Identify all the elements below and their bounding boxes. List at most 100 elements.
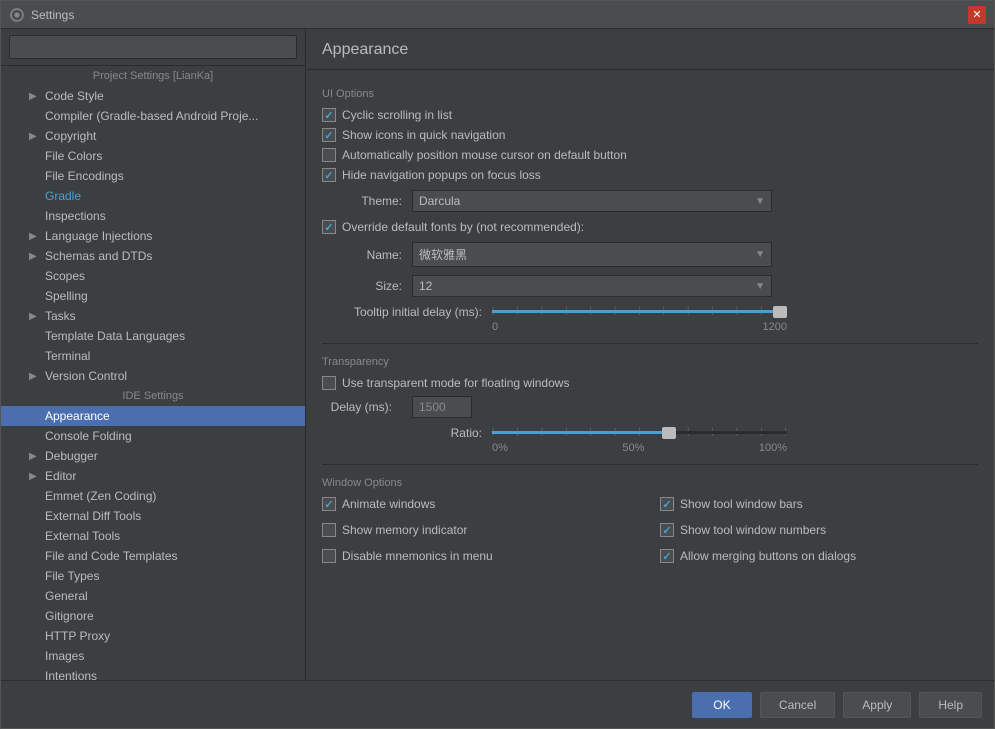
sidebar-item-label: Gradle — [45, 189, 81, 203]
sidebar-item-general[interactable]: General — [1, 586, 305, 606]
search-input[interactable] — [9, 35, 297, 59]
option-row-disable-mnemonics: Disable mnemonics in menu — [322, 549, 640, 563]
expand-arrow-placeholder — [29, 331, 43, 342]
hide-nav-checkbox[interactable] — [322, 168, 336, 182]
sidebar-item-file-types[interactable]: File Types — [1, 566, 305, 586]
divider-window-options — [322, 464, 978, 465]
override-fonts-label: Override default fonts by (not recommend… — [342, 220, 584, 234]
expand-arrow-placeholder — [29, 431, 43, 442]
sidebar-item-spelling[interactable]: Spelling — [1, 286, 305, 306]
sidebar-item-language-injections[interactable]: ▶ Language Injections — [1, 226, 305, 246]
sidebar-item-label: File Colors — [45, 149, 102, 163]
sidebar-item-gitignore[interactable]: Gitignore — [1, 606, 305, 626]
expand-arrow: ▶ — [29, 251, 43, 262]
sidebar-item-scopes[interactable]: Scopes — [1, 266, 305, 286]
sidebar-item-label: Gitignore — [45, 609, 94, 623]
expand-arrow-placeholder — [29, 671, 43, 681]
ratio-slider-track-wrap: | | | | | | | | | | — [492, 426, 787, 440]
sidebar-item-label: Language Injections — [45, 229, 152, 243]
sidebar-item-label: Terminal — [45, 349, 90, 363]
sidebar-item-code-style[interactable]: ▶ Code Style — [1, 86, 305, 106]
sidebar-item-label: Scopes — [45, 269, 85, 283]
sidebar-item-label: Editor — [45, 469, 76, 483]
ok-button[interactable]: OK — [692, 692, 752, 718]
allow-merging-buttons-checkbox[interactable] — [660, 549, 674, 563]
sidebar-item-external-tools[interactable]: External Tools — [1, 526, 305, 546]
show-tool-window-bars-checkbox[interactable] — [660, 497, 674, 511]
transparency-section: Transparency Use transparent mode for fl… — [322, 356, 978, 454]
sidebar-item-label: Images — [45, 649, 84, 663]
sidebar-item-gradle[interactable]: Gradle — [1, 186, 305, 206]
sidebar-item-emmet[interactable]: Emmet (Zen Coding) — [1, 486, 305, 506]
delay-input[interactable] — [412, 396, 472, 418]
sidebar-item-version-control[interactable]: ▶ Version Control — [1, 366, 305, 386]
expand-arrow-placeholder — [29, 351, 43, 362]
sidebar-item-compiler[interactable]: Compiler (Gradle-based Android Proje... — [1, 106, 305, 126]
expand-arrow-placeholder — [29, 291, 43, 302]
sidebar-item-template-data-languages[interactable]: Template Data Languages — [1, 326, 305, 346]
auto-position-checkbox[interactable] — [322, 148, 336, 162]
project-section-header: Project Settings [LianKa] — [1, 66, 305, 86]
sidebar-item-label: External Tools — [45, 529, 120, 543]
sidebar-item-intentions[interactable]: Intentions — [1, 666, 305, 680]
expand-arrow: ▶ — [29, 311, 43, 322]
option-row-show-icons: Show icons in quick navigation — [322, 128, 978, 142]
expand-arrow-placeholder — [29, 171, 43, 182]
transparent-checkbox[interactable] — [322, 376, 336, 390]
expand-arrow: ▶ — [29, 231, 43, 242]
sidebar-item-debugger[interactable]: ▶ Debugger — [1, 446, 305, 466]
sidebar-item-tasks[interactable]: ▶ Tasks — [1, 306, 305, 326]
sidebar-item-label: Copyright — [45, 129, 96, 143]
name-label: Name: — [322, 248, 402, 262]
sidebar-item-label: Template Data Languages — [45, 329, 185, 343]
sidebar-item-terminal[interactable]: Terminal — [1, 346, 305, 366]
ratio-slider-container: Ratio: | | | | | | | | — [322, 426, 978, 454]
sidebar-item-console-folding[interactable]: Console Folding — [1, 426, 305, 446]
option-row-animate: Animate windows — [322, 497, 640, 511]
expand-arrow-placeholder — [29, 551, 43, 562]
theme-row: Theme: Darcula ▼ — [322, 190, 978, 212]
sidebar-item-external-diff-tools[interactable]: External Diff Tools — [1, 506, 305, 526]
sidebar-item-schemas-dtds[interactable]: ▶ Schemas and DTDs — [1, 246, 305, 266]
show-icons-checkbox[interactable] — [322, 128, 336, 142]
slider-fill — [492, 310, 778, 313]
help-button[interactable]: Help — [919, 692, 982, 718]
ratio-mid-label: 50% — [622, 442, 644, 454]
window-options-label: Window Options — [322, 477, 978, 489]
ratio-slider-thumb[interactable] — [662, 427, 676, 439]
sidebar-item-editor[interactable]: ▶ Editor — [1, 466, 305, 486]
theme-dropdown[interactable]: Darcula ▼ — [412, 190, 772, 212]
transparent-label: Use transparent mode for floating window… — [342, 376, 569, 390]
expand-arrow: ▶ — [29, 471, 43, 482]
animate-windows-checkbox[interactable] — [322, 497, 336, 511]
sidebar-item-images[interactable]: Images — [1, 646, 305, 666]
size-value: 12 — [419, 279, 432, 293]
slider-labels: 0 1200 — [492, 321, 787, 333]
option-row-transparent: Use transparent mode for floating window… — [322, 376, 978, 390]
apply-button[interactable]: Apply — [843, 692, 911, 718]
sidebar-item-http-proxy[interactable]: HTTP Proxy — [1, 626, 305, 646]
sidebar-item-copyright[interactable]: ▶ Copyright — [1, 126, 305, 146]
sidebar-item-file-and-code-templates[interactable]: File and Code Templates — [1, 546, 305, 566]
window-options-grid: Animate windows Show tool window bars Sh… — [322, 497, 978, 569]
tooltip-slider-track-wrap: | | | | | | | | | | | | — [492, 305, 787, 319]
sidebar-item-file-colors[interactable]: File Colors — [1, 146, 305, 166]
slider-thumb[interactable] — [773, 306, 787, 318]
chevron-down-icon: ▼ — [755, 249, 765, 260]
sidebar-item-appearance[interactable]: Appearance — [1, 406, 305, 426]
tooltip-slider-row: Tooltip initial delay (ms): | | | | | | … — [322, 305, 978, 319]
override-fonts-checkbox[interactable] — [322, 220, 336, 234]
show-memory-indicator-checkbox[interactable] — [322, 523, 336, 537]
size-dropdown[interactable]: 12 ▼ — [412, 275, 772, 297]
sidebar-item-file-encodings[interactable]: File Encodings — [1, 166, 305, 186]
sidebar-item-label: Schemas and DTDs — [45, 249, 152, 263]
window-options-section: Window Options Animate windows Show tool… — [322, 477, 978, 569]
name-dropdown[interactable]: 微软雅黑 ▼ — [412, 242, 772, 267]
cyclic-scrolling-checkbox[interactable] — [322, 108, 336, 122]
close-button[interactable]: ✕ — [968, 6, 986, 24]
sidebar-item-inspections[interactable]: Inspections — [1, 206, 305, 226]
sidebar-item-label: HTTP Proxy — [45, 629, 110, 643]
cancel-button[interactable]: Cancel — [760, 692, 835, 718]
show-tool-window-numbers-checkbox[interactable] — [660, 523, 674, 537]
disable-mnemonics-checkbox[interactable] — [322, 549, 336, 563]
